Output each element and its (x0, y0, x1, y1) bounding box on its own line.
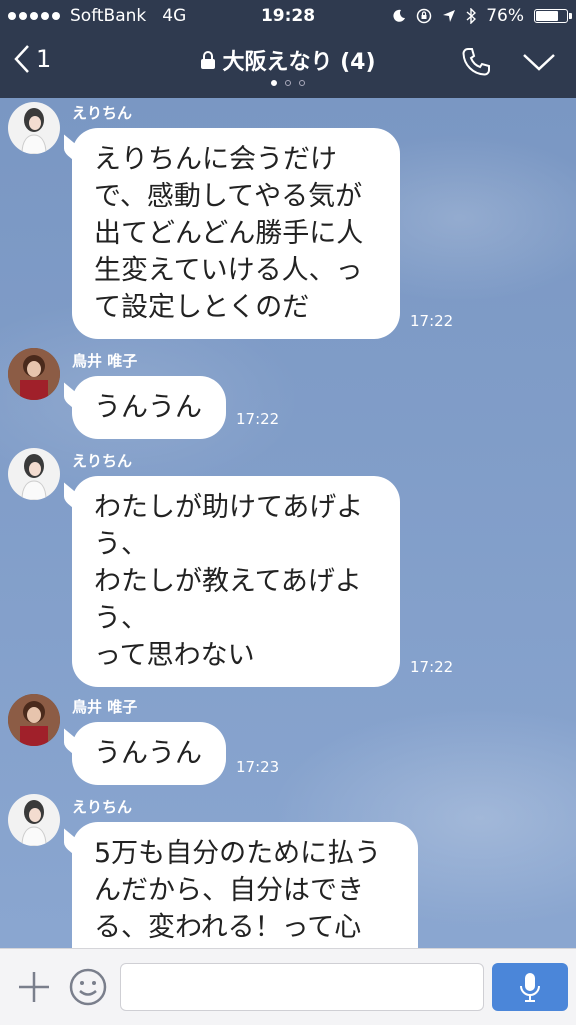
chat-area[interactable]: えりちん えりちんに会うだけ で、感動してやる気が 出てどんどん勝手に人 生変え… (0, 98, 576, 948)
message-bubble[interactable]: 5万も自分のために払う んだから、自分はでき る、変われる！って心 (72, 822, 418, 948)
bluetooth-icon (466, 8, 477, 24)
avatar[interactable] (8, 694, 60, 746)
message-input-bar (0, 948, 576, 1025)
battery-icon (534, 9, 572, 23)
call-button[interactable] (460, 46, 492, 82)
emoji-button[interactable] (68, 967, 108, 1011)
battery-fill (536, 11, 558, 21)
page-dot (299, 80, 305, 86)
moon-icon (393, 9, 406, 22)
menu-toggle-button[interactable] (522, 52, 556, 76)
top-bar: SoftBank 4G 19:28 76% 1 大阪えなり (4) (0, 0, 576, 98)
message-input[interactable] (120, 963, 484, 1011)
sender-name: 鳥井 唯子 (72, 352, 138, 370)
avatar[interactable] (8, 348, 60, 400)
message-time: 17:22 (410, 658, 454, 676)
rotation-lock-icon (416, 8, 432, 24)
status-right: 76% (392, 0, 572, 32)
status-bar: SoftBank 4G 19:28 76% (0, 0, 576, 32)
page-dot (271, 80, 277, 86)
sender-name: 鳥井 唯子 (72, 698, 138, 716)
chat-header: 1 大阪えなり (4) (0, 32, 576, 98)
sender-name: えりちん (72, 452, 133, 470)
sender-name: えりちん (72, 104, 133, 122)
message-bubble[interactable]: うんうん (72, 722, 226, 785)
avatar[interactable] (8, 794, 60, 846)
lock-icon (201, 51, 216, 69)
phone-icon (462, 48, 490, 76)
message-time: 17:23 (236, 758, 280, 776)
location-arrow-icon (443, 10, 456, 22)
message-bubble[interactable]: うんうん (72, 376, 226, 439)
avatar[interactable] (8, 102, 60, 154)
sender-name: えりちん (72, 798, 133, 816)
message-bubble[interactable]: わたしが助けてあげよ う、 わたしが教えてあげよ う、 って思わない (72, 476, 400, 687)
battery-percent: 76% (486, 6, 524, 26)
voice-record-button[interactable] (492, 963, 568, 1011)
emoji-icon (69, 968, 107, 1006)
message-time: 17:22 (236, 410, 280, 428)
add-attachment-button[interactable] (14, 967, 54, 1011)
chevron-down-icon (523, 54, 555, 71)
avatar[interactable] (8, 448, 60, 500)
page-dot (285, 80, 291, 86)
message-time: 17:22 (410, 312, 454, 330)
message-bubble[interactable]: えりちんに会うだけ で、感動してやる気が 出てどんどん勝手に人 生変えていける人… (72, 128, 400, 339)
microphone-icon (520, 973, 540, 1002)
chat-title-text: 大阪えなり (4) (222, 50, 376, 75)
plus-icon (19, 972, 49, 1002)
